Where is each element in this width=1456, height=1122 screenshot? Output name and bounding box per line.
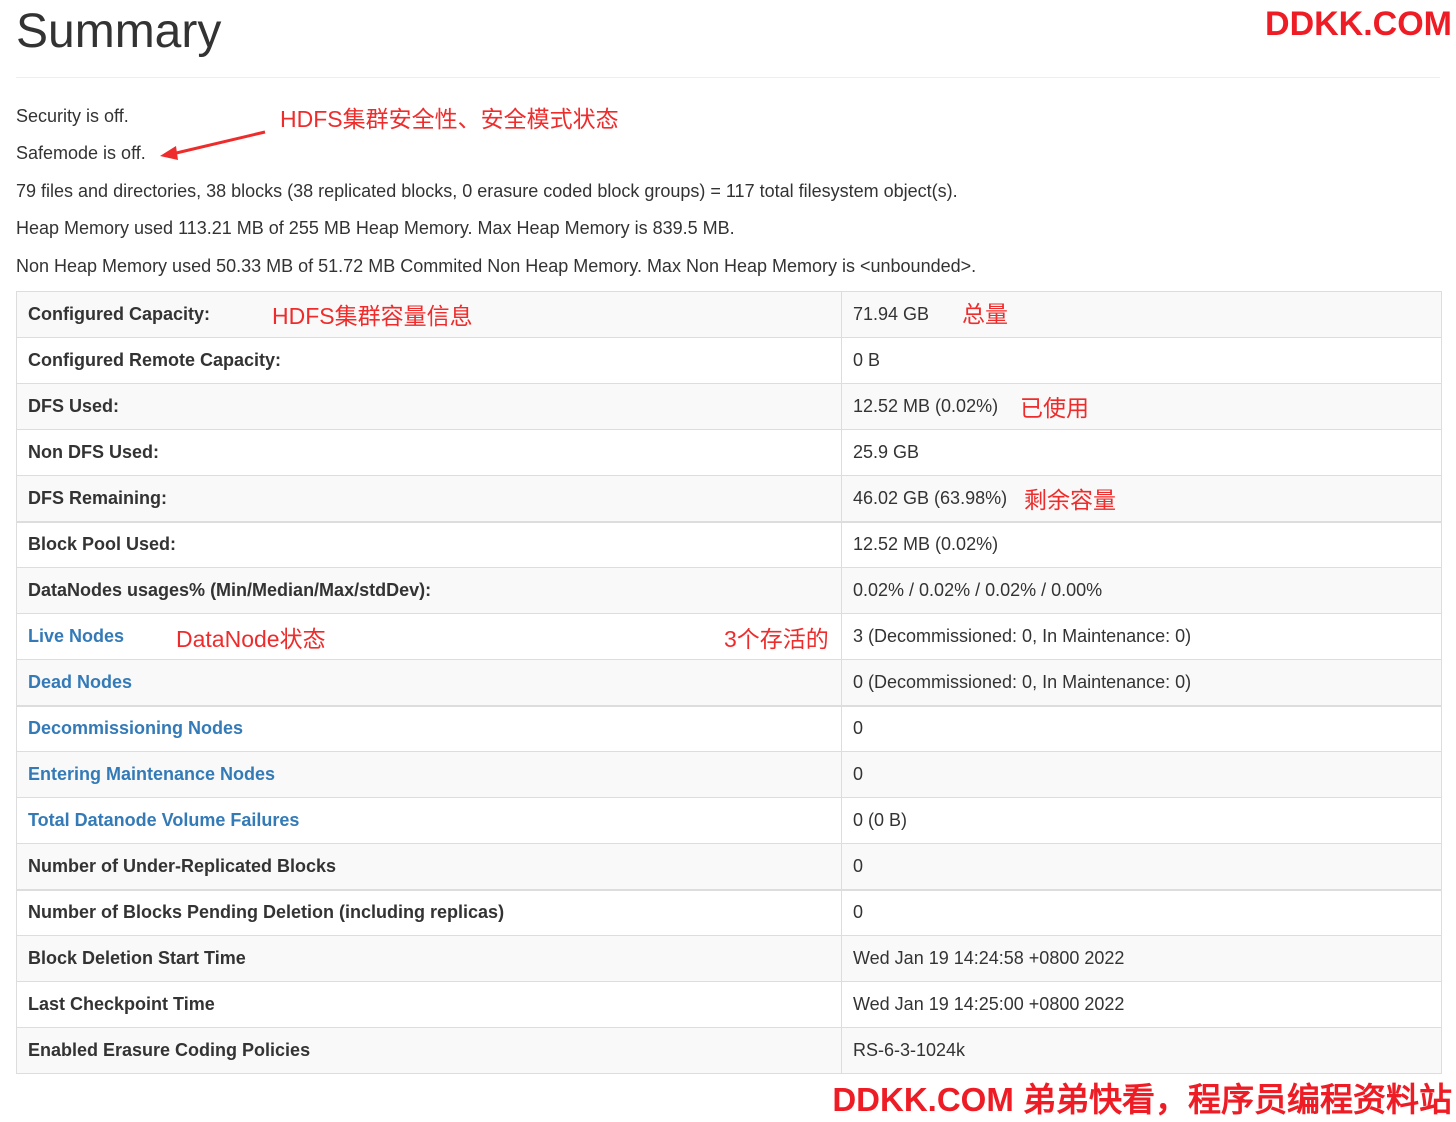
- row-value: 71.94 GB: [841, 291, 1442, 338]
- row-value: 0 (Decommissioned: 0, In Maintenance: 0): [841, 659, 1442, 706]
- table-row: DataNodes usages% (Min/Median/Max/stdDev…: [16, 567, 1442, 614]
- table-row: Last Checkpoint Time Wed Jan 19 14:25:00…: [16, 981, 1442, 1028]
- table-row: Configured Capacity: 71.94 GB: [16, 291, 1442, 338]
- row-value: 0: [841, 751, 1442, 798]
- annotation-arrow-icon: [160, 130, 266, 160]
- row-label-cell: Total Datanode Volume Failures: [16, 797, 842, 844]
- row-value: 3 (Decommissioned: 0, In Maintenance: 0): [841, 613, 1442, 660]
- annotation-security: HDFS集群安全性、安全模式状态: [280, 106, 619, 132]
- row-value: Wed Jan 19 14:24:58 +0800 2022: [841, 935, 1442, 982]
- annotation-capacity: HDFS集群容量信息: [272, 303, 473, 329]
- row-label-cell: Entering Maintenance Nodes: [16, 751, 842, 798]
- table-row: Non DFS Used: 25.9 GB: [16, 429, 1442, 476]
- security-status: Security is off.: [16, 106, 129, 126]
- row-value: 25.9 GB: [841, 429, 1442, 476]
- table-row: Number of Under-Replicated Blocks 0: [16, 843, 1442, 890]
- row-label: Last Checkpoint Time: [16, 981, 842, 1028]
- row-label: Enabled Erasure Coding Policies: [16, 1027, 842, 1074]
- table-row: Decommissioning Nodes 0: [16, 704, 1442, 752]
- page-title: Summary: [16, 5, 222, 58]
- row-value: 12.52 MB (0.02%): [841, 520, 1442, 568]
- row-value: 0 B: [841, 337, 1442, 384]
- row-label: DataNodes usages% (Min/Median/Max/stdDev…: [16, 567, 842, 614]
- row-value: RS-6-3-1024k: [841, 1027, 1442, 1074]
- table-row: Block Pool Used: 12.52 MB (0.02%): [16, 520, 1442, 568]
- row-value: 0: [841, 843, 1442, 890]
- watermark-top: DDKK.COM: [1265, 5, 1452, 43]
- row-label: DFS Used:: [16, 383, 842, 430]
- table-row: Block Deletion Start Time Wed Jan 19 14:…: [16, 935, 1442, 982]
- row-label: Non DFS Used:: [16, 429, 842, 476]
- decommissioning-nodes-link[interactable]: Decommissioning Nodes: [28, 718, 243, 738]
- row-label-cell: Dead Nodes: [16, 659, 842, 706]
- table-row: Entering Maintenance Nodes 0: [16, 751, 1442, 798]
- table-row: Enabled Erasure Coding Policies RS-6-3-1…: [16, 1027, 1442, 1074]
- annotation-remaining: 剩余容量: [1024, 487, 1116, 513]
- summary-table: Configured Capacity: 71.94 GB Configured…: [16, 291, 1442, 1074]
- table-row: DFS Used: 12.52 MB (0.02%): [16, 383, 1442, 430]
- dead-nodes-link[interactable]: Dead Nodes: [28, 672, 132, 692]
- row-value: 0.02% / 0.02% / 0.02% / 0.00%: [841, 567, 1442, 614]
- row-value: 0 (0 B): [841, 797, 1442, 844]
- title-divider: [16, 77, 1440, 78]
- live-nodes-link[interactable]: Live Nodes: [28, 626, 124, 646]
- annotation-total: 总量: [962, 301, 1008, 327]
- row-label: Block Deletion Start Time: [16, 935, 842, 982]
- watermark-bottom: DDKK.COM 弟弟快看，程序员编程资料站: [832, 1081, 1452, 1118]
- table-row: Dead Nodes 0 (Decommissioned: 0, In Main…: [16, 659, 1442, 706]
- safemode-status: Safemode is off.: [16, 143, 146, 163]
- row-label: Number of Under-Replicated Blocks: [16, 843, 842, 890]
- row-value: 0: [841, 704, 1442, 752]
- annotation-used: 已使用: [1020, 395, 1089, 421]
- annotation-alive: 3个存活的: [724, 626, 829, 652]
- row-label: Configured Remote Capacity:: [16, 337, 842, 384]
- entering-maintenance-nodes-link[interactable]: Entering Maintenance Nodes: [28, 764, 275, 784]
- row-value: 46.02 GB (63.98%): [841, 475, 1442, 522]
- row-value: 0: [841, 888, 1442, 936]
- row-label: Block Pool Used:: [16, 520, 842, 568]
- table-row: DFS Remaining: 46.02 GB (63.98%): [16, 475, 1442, 522]
- row-label: DFS Remaining:: [16, 475, 842, 522]
- table-row: Number of Blocks Pending Deletion (inclu…: [16, 888, 1442, 936]
- row-value: Wed Jan 19 14:25:00 +0800 2022: [841, 981, 1442, 1028]
- non-heap-memory-summary: Non Heap Memory used 50.33 MB of 51.72 M…: [16, 256, 977, 276]
- row-label-cell: Live Nodes: [16, 613, 842, 660]
- row-label: Number of Blocks Pending Deletion (inclu…: [16, 888, 842, 936]
- row-label-cell: Decommissioning Nodes: [16, 704, 842, 752]
- volume-failures-link[interactable]: Total Datanode Volume Failures: [28, 810, 299, 830]
- table-row: Configured Remote Capacity: 0 B: [16, 337, 1442, 384]
- filesystem-objects-summary: 79 files and directories, 38 blocks (38 …: [16, 181, 958, 201]
- heap-memory-summary: Heap Memory used 113.21 MB of 255 MB Hea…: [16, 218, 735, 238]
- table-row: Total Datanode Volume Failures 0 (0 B): [16, 797, 1442, 844]
- row-value: 12.52 MB (0.02%): [841, 383, 1442, 430]
- annotation-datanode: DataNode状态: [176, 626, 326, 652]
